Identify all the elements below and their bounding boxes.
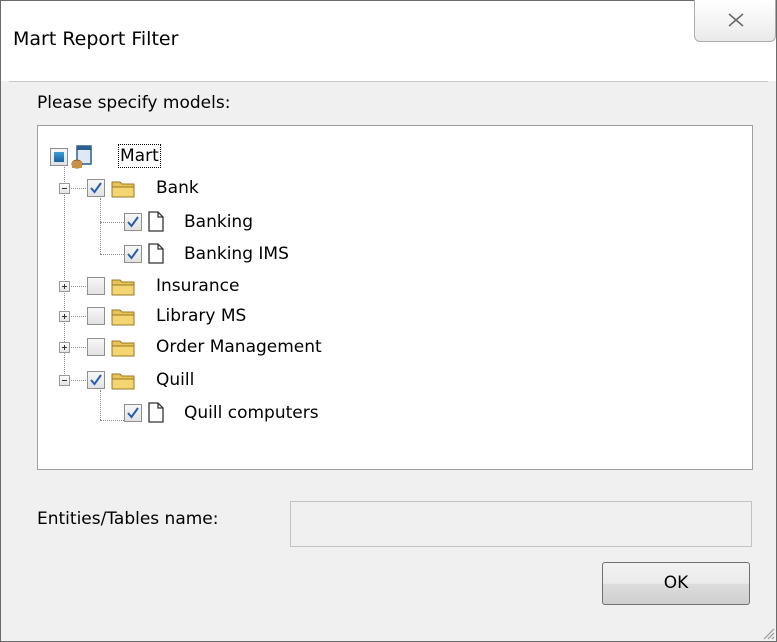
- document-icon: [148, 243, 164, 264]
- folder-icon: [111, 309, 135, 326]
- folder-icon: [111, 340, 135, 357]
- tree-label-insurance[interactable]: Insurance: [156, 276, 239, 296]
- tree-checkbox-banking[interactable]: [124, 213, 142, 231]
- tree-checkbox-order-management[interactable]: [87, 338, 105, 356]
- close-icon: [728, 13, 744, 27]
- tree-connector: [100, 254, 124, 255]
- tree-checkbox-banking-ims[interactable]: [124, 245, 142, 263]
- document-icon: [148, 402, 164, 423]
- resize-grip-icon[interactable]: [761, 626, 775, 640]
- tree-label-quill-computers[interactable]: Quill computers: [184, 403, 319, 423]
- tree-label-bank[interactable]: Bank: [156, 178, 199, 198]
- tree-checkbox-insurance[interactable]: [87, 277, 105, 295]
- tree-label-order-management[interactable]: Order Management: [156, 337, 322, 357]
- checkmark-icon: [127, 216, 139, 228]
- tree-label-mart[interactable]: Mart: [118, 144, 161, 168]
- tree-expand-toggle[interactable]: [59, 342, 70, 353]
- tree-connector: [100, 420, 124, 421]
- models-tree[interactable]: Mart Bank Banking Banking IMS Insurance …: [37, 125, 753, 470]
- title-separator: [9, 81, 768, 82]
- folder-icon: [111, 279, 135, 296]
- checkmark-icon: [127, 407, 139, 419]
- tree-label-banking-ims[interactable]: Banking IMS: [184, 244, 289, 264]
- tree-label-quill[interactable]: Quill: [156, 370, 194, 390]
- document-icon: [148, 211, 164, 232]
- tree-expand-toggle[interactable]: [59, 311, 70, 322]
- tree-checkbox-quill[interactable]: [87, 371, 105, 389]
- mart-report-filter-dialog: Mart Report Filter Please specify models…: [0, 0, 777, 642]
- tree-checkbox-mart[interactable]: [50, 148, 68, 166]
- close-button[interactable]: [694, 0, 776, 42]
- tree-label-banking[interactable]: Banking: [184, 212, 253, 232]
- dialog-title: Mart Report Filter: [13, 28, 179, 50]
- ok-button[interactable]: OK: [602, 562, 750, 605]
- tree-label-library-ms[interactable]: Library MS: [156, 306, 246, 326]
- models-label: Please specify models:: [37, 93, 231, 113]
- checkmark-icon: [90, 182, 102, 194]
- title-bar: Mart Report Filter: [1, 0, 776, 81]
- folder-icon: [111, 181, 135, 198]
- mart-database-icon: [71, 145, 92, 169]
- tree-connector: [100, 222, 124, 223]
- tree-checkbox-quill-computers[interactable]: [124, 404, 142, 422]
- entities-label: Entities/Tables name:: [37, 509, 219, 529]
- folder-icon: [111, 373, 135, 390]
- checkmark-icon: [90, 374, 102, 386]
- tree-collapse-toggle[interactable]: [59, 375, 70, 386]
- tree-checkbox-bank[interactable]: [87, 179, 105, 197]
- tree-checkbox-library-ms[interactable]: [87, 307, 105, 325]
- tree-expand-toggle[interactable]: [59, 281, 70, 292]
- tree-connector: [100, 198, 101, 254]
- entities-tables-name-input[interactable]: [290, 501, 752, 547]
- tree-connector: [100, 390, 101, 420]
- checkmark-icon: [127, 248, 139, 260]
- tree-collapse-toggle[interactable]: [59, 183, 70, 194]
